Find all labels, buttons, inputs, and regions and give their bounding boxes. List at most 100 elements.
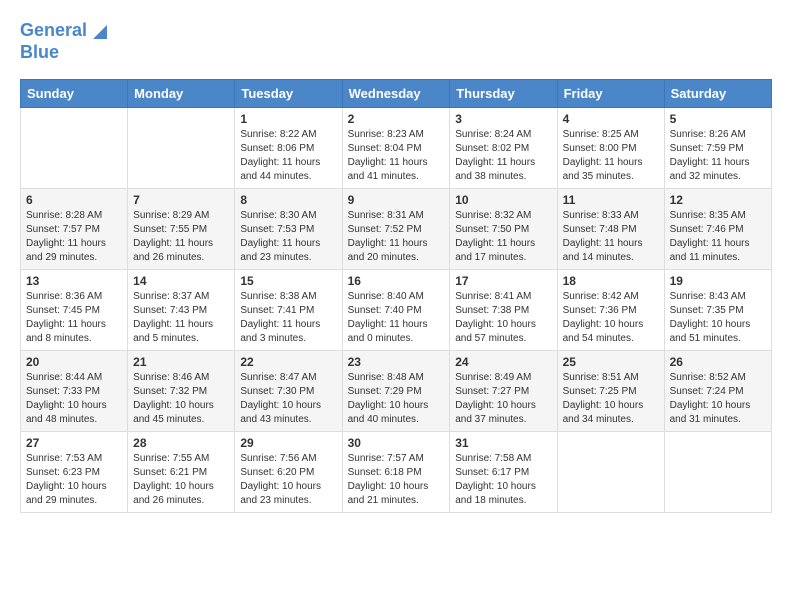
day-info: Sunrise: 8:40 AMSunset: 7:40 PMDaylight:… <box>348 290 445 346</box>
day-info: Sunrise: 8:24 AMSunset: 8:02 PMDaylight:… <box>455 128 551 184</box>
day-number: 15 <box>240 274 336 288</box>
day-info: Sunrise: 8:29 AMSunset: 7:55 PMDaylight:… <box>133 209 229 265</box>
column-header-monday: Monday <box>128 80 235 108</box>
day-info: Sunrise: 8:52 AMSunset: 7:24 PMDaylight:… <box>670 371 766 427</box>
day-info: Sunrise: 8:37 AMSunset: 7:43 PMDaylight:… <box>133 290 229 346</box>
calendar-week-row: 1 Sunrise: 8:22 AMSunset: 8:06 PMDaylight… <box>21 108 772 189</box>
calendar-cell: 29 Sunrise: 7:56 AMSunset: 6:20 PMDayligh… <box>235 432 342 513</box>
day-number: 12 <box>670 193 766 207</box>
day-info: Sunrise: 7:57 AMSunset: 6:18 PMDaylight:… <box>348 452 445 508</box>
column-header-sunday: Sunday <box>21 80 128 108</box>
calendar-cell: 22Sunrise: 8:47 AMSunset: 7:30 PMDayligh… <box>235 351 342 432</box>
calendar-cell: 31 Sunrise: 7:58 AMSunset: 6:17 PMDayligh… <box>450 432 557 513</box>
logo-icon <box>89 21 107 39</box>
day-number: 8 <box>240 193 336 207</box>
day-number: 3 <box>455 112 551 126</box>
day-info: Sunrise: 8:23 AMSunset: 8:04 PMDaylight:… <box>348 128 445 184</box>
calendar-cell: 19 Sunrise: 8:43 AMSunset: 7:35 PMDayligh… <box>664 270 771 351</box>
calendar-cell: 30Sunrise: 7:57 AMSunset: 6:18 PMDayligh… <box>342 432 450 513</box>
calendar-cell: 23 Sunrise: 8:48 AMSunset: 7:29 PMDayligh… <box>342 351 450 432</box>
calendar-cell: 16 Sunrise: 8:40 AMSunset: 7:40 PMDayligh… <box>342 270 450 351</box>
day-number: 25 <box>563 355 659 369</box>
day-number: 31 <box>455 436 551 450</box>
calendar-cell: 13 Sunrise: 8:36 AMSunset: 7:45 PMDayligh… <box>21 270 128 351</box>
day-info: Sunrise: 8:32 AMSunset: 7:50 PMDaylight:… <box>455 209 551 265</box>
calendar-table: SundayMondayTuesdayWednesdayThursdayFrid… <box>20 79 772 513</box>
calendar-cell <box>21 108 128 189</box>
calendar-cell <box>664 432 771 513</box>
column-header-saturday: Saturday <box>664 80 771 108</box>
day-number: 7 <box>133 193 229 207</box>
day-number: 28 <box>133 436 229 450</box>
day-info: Sunrise: 8:41 AMSunset: 7:38 PMDaylight:… <box>455 290 551 346</box>
logo-text-blue: Blue <box>20 42 59 64</box>
day-number: 4 <box>563 112 659 126</box>
calendar-cell: 3 Sunrise: 8:24 AMSunset: 8:02 PMDaylight… <box>450 108 557 189</box>
day-number: 29 <box>240 436 336 450</box>
calendar-cell <box>128 108 235 189</box>
day-number: 20 <box>26 355 122 369</box>
calendar-cell: 9Sunrise: 8:31 AMSunset: 7:52 PMDaylight… <box>342 189 450 270</box>
day-number: 5 <box>670 112 766 126</box>
calendar-cell: 1 Sunrise: 8:22 AMSunset: 8:06 PMDaylight… <box>235 108 342 189</box>
calendar-cell: 2 Sunrise: 8:23 AMSunset: 8:04 PMDaylight… <box>342 108 450 189</box>
day-number: 16 <box>348 274 445 288</box>
column-header-friday: Friday <box>557 80 664 108</box>
day-info: Sunrise: 8:33 AMSunset: 7:48 PMDaylight:… <box>563 209 659 265</box>
day-number: 1 <box>240 112 336 126</box>
calendar-cell: 25 Sunrise: 8:51 AMSunset: 7:25 PMDayligh… <box>557 351 664 432</box>
day-info: Sunrise: 8:44 AMSunset: 7:33 PMDaylight:… <box>26 371 122 427</box>
column-header-thursday: Thursday <box>450 80 557 108</box>
day-number: 21 <box>133 355 229 369</box>
day-number: 9 <box>348 193 445 207</box>
calendar-cell: 20 Sunrise: 8:44 AMSunset: 7:33 PMDayligh… <box>21 351 128 432</box>
calendar-cell: 18Sunrise: 8:42 AMSunset: 7:36 PMDayligh… <box>557 270 664 351</box>
day-number: 27 <box>26 436 122 450</box>
calendar-cell: 15 Sunrise: 8:38 AMSunset: 7:41 PMDayligh… <box>235 270 342 351</box>
day-info: Sunrise: 8:28 AMSunset: 7:57 PMDaylight:… <box>26 209 122 265</box>
calendar-cell: 27 Sunrise: 7:53 AMSunset: 6:23 PMDayligh… <box>21 432 128 513</box>
day-info: Sunrise: 7:56 AMSunset: 6:20 PMDaylight:… <box>240 452 336 508</box>
day-info: Sunrise: 8:25 AMSunset: 8:00 PMDaylight:… <box>563 128 659 184</box>
day-number: 11 <box>563 193 659 207</box>
day-info: Sunrise: 7:55 AMSunset: 6:21 PMDaylight:… <box>133 452 229 508</box>
calendar-cell: 17Sunrise: 8:41 AMSunset: 7:38 PMDayligh… <box>450 270 557 351</box>
day-number: 2 <box>348 112 445 126</box>
calendar-cell <box>557 432 664 513</box>
day-number: 19 <box>670 274 766 288</box>
calendar-cell: 12 Sunrise: 8:35 AMSunset: 7:46 PMDayligh… <box>664 189 771 270</box>
calendar-cell: 6 Sunrise: 8:28 AMSunset: 7:57 PMDaylight… <box>21 189 128 270</box>
page-header: General Blue <box>20 20 772 63</box>
calendar-cell: 5Sunrise: 8:26 AMSunset: 7:59 PMDaylight… <box>664 108 771 189</box>
day-number: 10 <box>455 193 551 207</box>
calendar-header-row: SundayMondayTuesdayWednesdayThursdayFrid… <box>21 80 772 108</box>
logo: General Blue <box>20 20 107 63</box>
day-number: 23 <box>348 355 445 369</box>
calendar-cell: 14Sunrise: 8:37 AMSunset: 7:43 PMDayligh… <box>128 270 235 351</box>
day-info: Sunrise: 7:53 AMSunset: 6:23 PMDaylight:… <box>26 452 122 508</box>
calendar-cell: 28 Sunrise: 7:55 AMSunset: 6:21 PMDayligh… <box>128 432 235 513</box>
day-info: Sunrise: 8:22 AMSunset: 8:06 PMDaylight:… <box>240 128 336 184</box>
calendar-cell: 26Sunrise: 8:52 AMSunset: 7:24 PMDayligh… <box>664 351 771 432</box>
day-info: Sunrise: 8:47 AMSunset: 7:30 PMDaylight:… <box>240 371 336 427</box>
day-number: 6 <box>26 193 122 207</box>
logo-text: General <box>20 20 87 42</box>
day-info: Sunrise: 8:38 AMSunset: 7:41 PMDaylight:… <box>240 290 336 346</box>
calendar-cell: 4 Sunrise: 8:25 AMSunset: 8:00 PMDaylight… <box>557 108 664 189</box>
calendar-week-row: 27 Sunrise: 7:53 AMSunset: 6:23 PMDayligh… <box>21 432 772 513</box>
calendar-cell: 11 Sunrise: 8:33 AMSunset: 7:48 PMDayligh… <box>557 189 664 270</box>
day-info: Sunrise: 8:51 AMSunset: 7:25 PMDaylight:… <box>563 371 659 427</box>
day-info: Sunrise: 8:36 AMSunset: 7:45 PMDaylight:… <box>26 290 122 346</box>
day-info: Sunrise: 8:48 AMSunset: 7:29 PMDaylight:… <box>348 371 445 427</box>
day-info: Sunrise: 8:35 AMSunset: 7:46 PMDaylight:… <box>670 209 766 265</box>
calendar-cell: 7 Sunrise: 8:29 AMSunset: 7:55 PMDaylight… <box>128 189 235 270</box>
day-info: Sunrise: 8:30 AMSunset: 7:53 PMDaylight:… <box>240 209 336 265</box>
day-info: Sunrise: 8:43 AMSunset: 7:35 PMDaylight:… <box>670 290 766 346</box>
column-header-wednesday: Wednesday <box>342 80 450 108</box>
calendar-week-row: 20 Sunrise: 8:44 AMSunset: 7:33 PMDayligh… <box>21 351 772 432</box>
day-info: Sunrise: 7:58 AMSunset: 6:17 PMDaylight:… <box>455 452 551 508</box>
day-info: Sunrise: 8:49 AMSunset: 7:27 PMDaylight:… <box>455 371 551 427</box>
day-number: 18 <box>563 274 659 288</box>
day-number: 13 <box>26 274 122 288</box>
calendar-cell: 10 Sunrise: 8:32 AMSunset: 7:50 PMDayligh… <box>450 189 557 270</box>
